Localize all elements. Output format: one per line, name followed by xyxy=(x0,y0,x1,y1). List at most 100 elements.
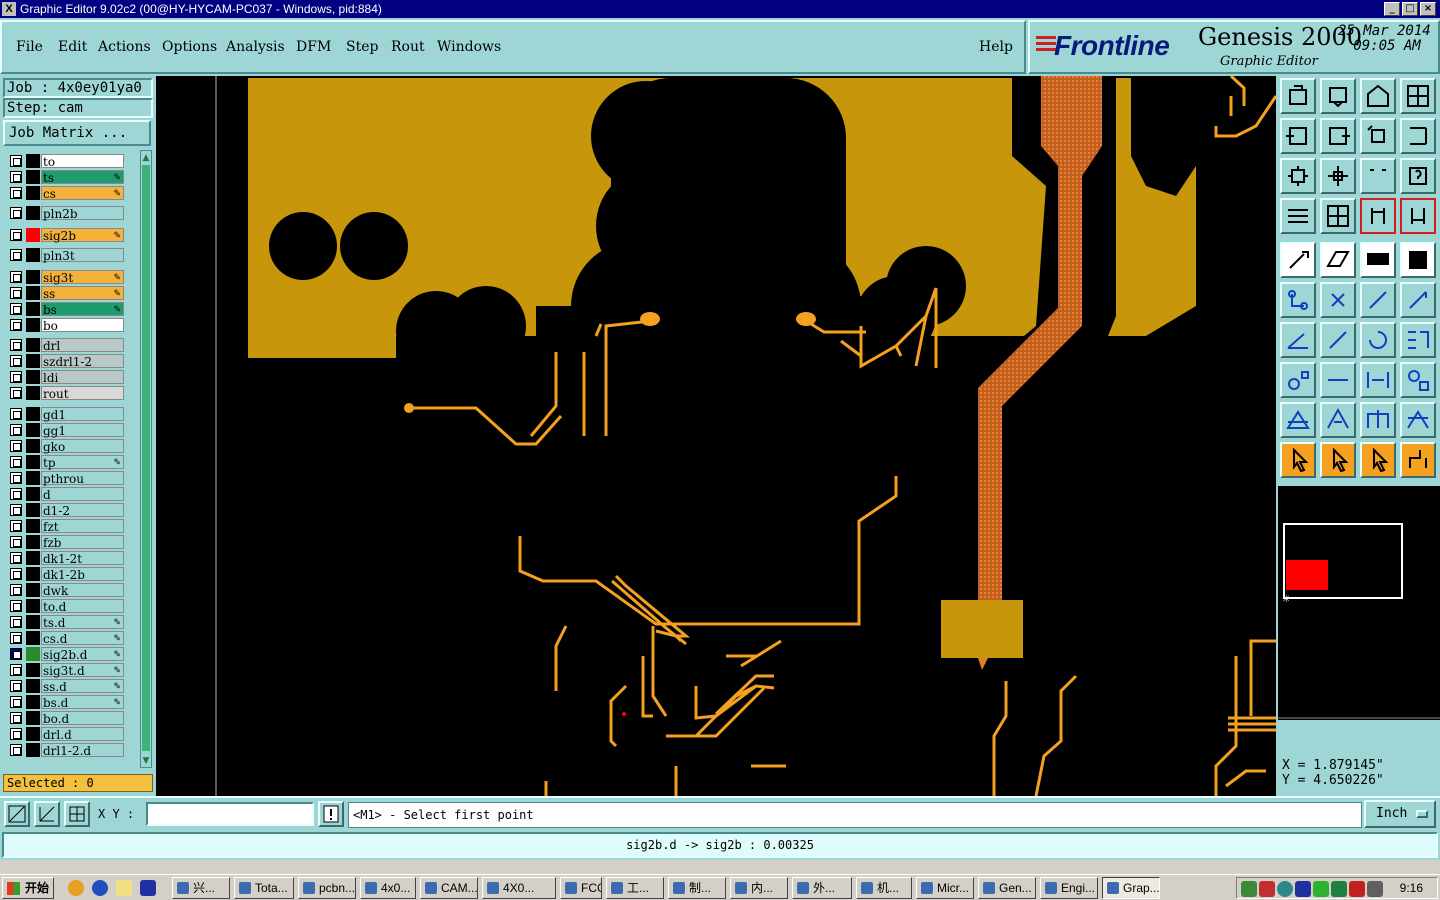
layer-name[interactable]: bo xyxy=(41,318,124,333)
layer-color-swatch[interactable] xyxy=(26,727,40,741)
overview-window[interactable]: ✳ xyxy=(1278,486,1440,720)
layer-checkbox[interactable] xyxy=(10,249,22,261)
layer-checkbox[interactable] xyxy=(10,229,22,241)
layer-color-swatch[interactable] xyxy=(26,471,40,485)
taskbar-app-button[interactable]: pcbn... xyxy=(298,877,356,899)
redraw-icon[interactable] xyxy=(1400,118,1436,154)
layer-color-swatch[interactable] xyxy=(26,154,40,168)
layer-color-swatch[interactable] xyxy=(26,439,40,453)
layer-checkbox[interactable] xyxy=(10,207,22,219)
layer-color-swatch[interactable] xyxy=(26,170,40,184)
layer-checkbox[interactable] xyxy=(10,187,22,199)
layer-checkbox[interactable] xyxy=(10,472,22,484)
layer-name[interactable]: ldi xyxy=(41,370,124,385)
layer-checkbox[interactable] xyxy=(10,387,22,399)
maximize-button[interactable]: □ xyxy=(1402,2,1418,16)
graphic-canvas[interactable] xyxy=(156,76,1276,796)
layer-color-swatch[interactable] xyxy=(26,354,40,368)
layer-checkbox[interactable] xyxy=(10,600,22,612)
feature-icon[interactable] xyxy=(1400,362,1436,398)
layer-color-swatch[interactable] xyxy=(26,679,40,693)
zoom-left-icon[interactable] xyxy=(1280,118,1316,154)
tray-lang-icon[interactable] xyxy=(1295,881,1311,897)
layer-checkbox[interactable] xyxy=(10,171,22,183)
grid-toggle-icon[interactable] xyxy=(1320,198,1356,234)
layer-color-swatch[interactable] xyxy=(26,407,40,421)
layer-checkbox[interactable] xyxy=(10,371,22,383)
taskbar-app-button[interactable]: CAM... xyxy=(420,877,478,899)
layer-name[interactable]: d1-2 xyxy=(41,503,124,518)
tray-pen-icon[interactable] xyxy=(1259,881,1275,897)
layer-name[interactable]: pthrou xyxy=(41,471,124,486)
layer-name[interactable]: fzb xyxy=(41,535,124,550)
layer-checkbox[interactable] xyxy=(10,408,22,420)
slot-2-icon[interactable] xyxy=(1320,402,1356,438)
layer-color-swatch[interactable] xyxy=(26,647,40,661)
taskbar-app-button[interactable]: 工... xyxy=(606,877,664,899)
layer-checkbox[interactable] xyxy=(10,303,22,315)
layer-color-swatch[interactable] xyxy=(26,248,40,262)
layer-name[interactable]: drl1-2.d xyxy=(41,743,124,758)
layer-name[interactable]: to.d xyxy=(41,599,124,614)
app-icon[interactable]: X xyxy=(2,2,16,16)
layer-color-swatch[interactable] xyxy=(26,386,40,400)
tray-network-icon[interactable] xyxy=(1241,881,1257,897)
layer-name[interactable]: gko xyxy=(41,439,124,454)
close-button[interactable]: × xyxy=(1420,2,1436,16)
taskbar-app-button[interactable]: 外... xyxy=(792,877,852,899)
layer-name[interactable]: cs ✎ xyxy=(41,186,124,201)
taskbar-app-button[interactable]: 机... xyxy=(856,877,912,899)
layer-checkbox[interactable] xyxy=(10,271,22,283)
layer-checkbox[interactable] xyxy=(10,319,22,331)
help-icon[interactable] xyxy=(1400,158,1436,194)
layer-color-swatch[interactable] xyxy=(26,487,40,501)
layer-checkbox[interactable] xyxy=(10,728,22,740)
select-arrow-icon[interactable] xyxy=(1280,442,1316,478)
net2-icon[interactable] xyxy=(1400,198,1436,234)
add-pad-icon[interactable] xyxy=(1280,362,1316,398)
open-step-icon[interactable] xyxy=(1280,78,1316,114)
layer-color-swatch[interactable] xyxy=(26,599,40,613)
quicklaunch-save-icon[interactable] xyxy=(140,880,156,896)
layer-checkbox[interactable] xyxy=(10,744,22,756)
menu-rout[interactable]: Rout xyxy=(391,39,425,55)
layer-name[interactable]: sig3t ✎ xyxy=(41,270,124,285)
taskbar-app-button[interactable]: Grap... xyxy=(1102,877,1160,899)
layer-checkbox[interactable] xyxy=(10,355,22,367)
select-poly-icon[interactable] xyxy=(1360,442,1396,478)
scroll-up-icon[interactable]: ▲ xyxy=(141,152,151,164)
start-button[interactable]: 开始 xyxy=(2,877,54,899)
slot-1-icon[interactable] xyxy=(1280,402,1316,438)
tray-excel-icon[interactable] xyxy=(1331,881,1347,897)
layer-checkbox[interactable] xyxy=(10,568,22,580)
layer-checkbox[interactable] xyxy=(10,552,22,564)
measure-tool-icon[interactable] xyxy=(1280,198,1316,234)
save-step-icon[interactable] xyxy=(1320,78,1356,114)
layer-name[interactable]: szdrl1-2 xyxy=(41,354,124,369)
layer-color-swatch[interactable] xyxy=(26,663,40,677)
layer-color-swatch[interactable] xyxy=(26,186,40,200)
layer-name[interactable]: bs.d ✎ xyxy=(41,695,124,710)
layer-checkbox[interactable] xyxy=(10,155,22,167)
layer-checkbox[interactable] xyxy=(10,664,22,676)
grid-icon[interactable] xyxy=(64,801,90,827)
taskbar-app-button[interactable]: Engi... xyxy=(1040,877,1098,899)
layer-checkbox[interactable] xyxy=(10,696,22,708)
alert-icon[interactable] xyxy=(318,801,344,827)
layer-name[interactable]: d xyxy=(41,487,124,502)
layer-checkbox[interactable] xyxy=(10,584,22,596)
layer-color-swatch[interactable] xyxy=(26,228,40,242)
line-h-icon[interactable] xyxy=(1320,362,1356,398)
menu-actions[interactable]: Actions xyxy=(98,39,151,55)
angle-icon[interactable] xyxy=(1280,322,1316,358)
layer-name[interactable]: dk1-2b xyxy=(41,567,124,582)
layer-name[interactable]: bs ✎ xyxy=(41,302,124,317)
layer-checkbox[interactable] xyxy=(10,632,22,644)
layer-checkbox[interactable] xyxy=(10,680,22,692)
menu-windows[interactable]: Windows xyxy=(437,39,501,55)
tray-x-icon[interactable] xyxy=(1349,881,1365,897)
layer-name[interactable]: gg1 xyxy=(41,423,124,438)
layer-scrollbar[interactable]: ▲ ▼ xyxy=(140,150,152,768)
layer-color-swatch[interactable] xyxy=(26,743,40,757)
layer-name[interactable]: sig2b ✎ xyxy=(41,228,124,243)
